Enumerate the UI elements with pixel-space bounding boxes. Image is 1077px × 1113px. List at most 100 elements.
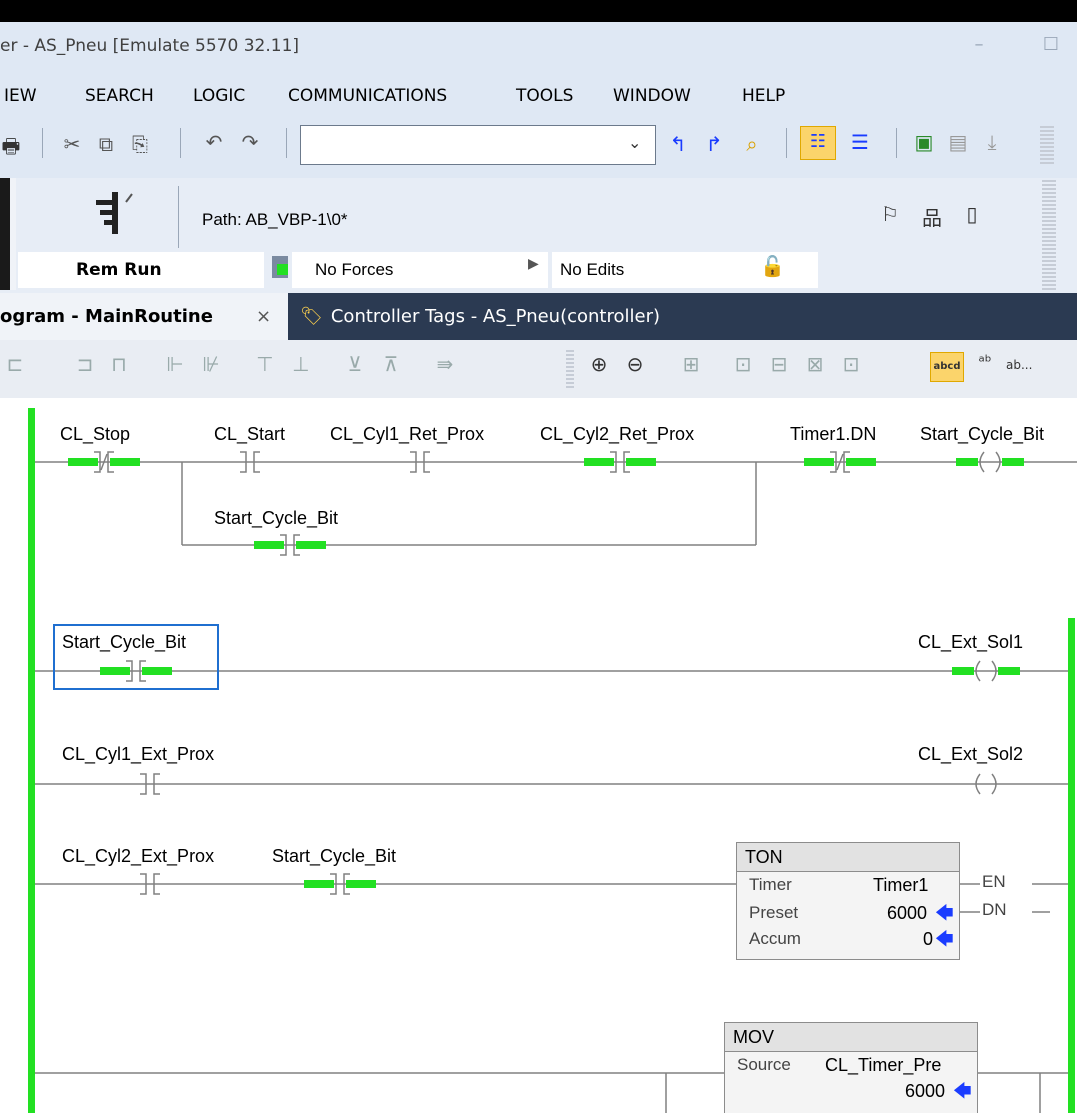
- menu-help[interactable]: HELP: [742, 86, 785, 106]
- rung0-tag-cl-start[interactable]: CL_Start: [214, 424, 285, 445]
- rung0-tag-timer1-dn[interactable]: Timer1.DN: [790, 424, 876, 445]
- mov-name: MOV: [733, 1027, 775, 1047]
- abcd-button[interactable]: abcd: [930, 352, 964, 382]
- replace-icon[interactable]: ↱: [700, 132, 728, 156]
- download-icon[interactable]: ⤓: [978, 130, 1006, 154]
- ladder-toolbar: ⊏ ⊐ ⊓ ⊩ ⊮ ⊤ ⊥ ⊻ ⊼ ⇛ ⊕ ⊖ ⊞ ⊡ ⊟ ⊠ ⊡ abcd ᵃ…: [0, 340, 1077, 399]
- rung2-tag-cl-cyl1-ext-prox[interactable]: CL_Cyl1_Ext_Prox: [62, 744, 214, 765]
- ons-icon[interactable]: ⊼: [376, 352, 406, 376]
- tree-icon[interactable]: ☷: [800, 126, 836, 160]
- xio-icon[interactable]: ⊮: [196, 352, 226, 376]
- menu-window[interactable]: WINDOW: [613, 86, 691, 106]
- tab-controller-tags[interactable]: 🏷 Controller Tags - AS_Pneu(controller): [300, 293, 660, 340]
- rung1-tag-cl-ext-sol1[interactable]: CL_Ext_Sol1: [918, 632, 1023, 653]
- ton-timer-label: Timer: [749, 875, 792, 894]
- xic-icon[interactable]: ⊩: [160, 352, 190, 376]
- maximize-button[interactable]: ☐: [1040, 34, 1062, 55]
- mov-instruction[interactable]: MOV Source CL_Timer_Pre 6000 🡄: [724, 1022, 978, 1113]
- network-icon[interactable]: 品: [918, 202, 946, 231]
- ton-preset-label: Preset: [749, 903, 799, 922]
- rung0-tag-cl-cyl2-ret-prox[interactable]: CL_Cyl2_Ret_Prox: [540, 424, 694, 445]
- rung0-branch-tag-start-cycle-bit[interactable]: Start_Cycle_Bit: [214, 508, 338, 529]
- rung0-xio-cl-stop[interactable]: [68, 451, 140, 473]
- rung1-tag-start-cycle-bit[interactable]: Start_Cycle_Bit: [62, 632, 186, 653]
- redo-icon[interactable]: ↷: [236, 130, 264, 154]
- left-power-rail: [28, 408, 35, 1113]
- tab-label: Controller Tags - AS_Pneu(controller): [330, 306, 660, 327]
- rung0-tag-cl-stop[interactable]: CL_Stop: [60, 424, 130, 445]
- who-active-icon[interactable]: ⚐: [876, 202, 904, 226]
- edits-status: No Edits: [560, 260, 625, 279]
- lock-icon[interactable]: 🔓: [760, 254, 785, 278]
- controller-icon[interactable]: ▯: [958, 202, 986, 226]
- minimize-button[interactable]: –: [968, 34, 990, 55]
- branch-level-icon[interactable]: ⊓: [104, 352, 134, 376]
- mov-source-label: Source: [737, 1055, 791, 1074]
- undo-icon[interactable]: ↶: [200, 130, 228, 154]
- zoom-out-icon[interactable]: ⊖: [620, 352, 650, 376]
- rung0-tag-start-cycle-bit-out[interactable]: Start_Cycle_Bit: [920, 424, 1044, 445]
- print-icon[interactable]: 🖶: [0, 132, 22, 166]
- screen-edge: [0, 0, 1077, 22]
- right-power-rail: [1068, 618, 1075, 1113]
- value-arrow-icon: 🡄: [935, 929, 954, 949]
- ton-name: TON: [745, 847, 783, 867]
- tab-main-routine[interactable]: ogram - MainRoutine ×: [0, 293, 288, 340]
- menu-tools[interactable]: TOOLS: [516, 86, 573, 106]
- rung0-tag-cl-cyl1-ret-prox[interactable]: CL_Cyl1_Ret_Prox: [330, 424, 484, 445]
- ab-more-button[interactable]: ab...: [1006, 358, 1032, 372]
- play-icon[interactable]: ▶: [528, 256, 539, 272]
- mov-source-tag[interactable]: CL_Timer_Pre: [825, 1055, 941, 1076]
- studio5000-window: er - AS_Pneu [Emulate 5570 32.11] – ☐ IE…: [0, 0, 1077, 1113]
- ton-preset-value[interactable]: 6000: [887, 903, 927, 924]
- test-icon[interactable]: ⊠: [800, 352, 830, 376]
- verify-icon[interactable]: ▣: [910, 130, 938, 154]
- path-label[interactable]: Path: AB_VBP-1\0*: [202, 210, 348, 230]
- rung0-xio-timer1-dn[interactable]: [804, 451, 876, 473]
- ton-accum-label: Accum: [749, 929, 801, 948]
- edit-rung-icon[interactable]: ⊡: [728, 352, 758, 376]
- assemble-icon[interactable]: ⊡: [836, 352, 866, 376]
- menu-logic[interactable]: LOGIC: [193, 86, 245, 106]
- fit-icon[interactable]: ⊞: [676, 352, 706, 376]
- find-icon[interactable]: ↰: [664, 132, 692, 156]
- forces-status: No Forces: [315, 260, 394, 279]
- mov-source-value: 6000: [905, 1081, 946, 1101]
- go-to-icon[interactable]: ⇛: [430, 352, 460, 376]
- ton-en-output: EN: [982, 872, 1006, 891]
- close-icon[interactable]: ×: [256, 293, 271, 340]
- tag-icon: 🏷: [300, 306, 323, 327]
- zoom-in-icon[interactable]: ⊕: [584, 352, 614, 376]
- tag-desc-icon[interactable]: ᵃᵇ: [970, 352, 1000, 371]
- verify2-icon[interactable]: ▤: [944, 130, 972, 154]
- cut-icon[interactable]: ✂: [58, 132, 86, 156]
- ladder-editor[interactable]: CL_Stop CL_Start CL_Cyl1_Ret_Prox CL_Cyl…: [0, 398, 1077, 1113]
- paste-icon[interactable]: ⎘: [126, 132, 154, 156]
- toolbar-gripper[interactable]: [1040, 124, 1054, 164]
- rung2-tag-cl-ext-sol2[interactable]: CL_Ext_Sol2: [918, 744, 1023, 765]
- ton-instruction[interactable]: TON Timer Timer1 Preset 6000 🡄 Accum 0 🡄: [736, 842, 960, 960]
- search-combo[interactable]: [300, 125, 656, 165]
- ton-timer-value[interactable]: Timer1: [873, 875, 928, 896]
- controller-mode: Rem Run: [76, 260, 162, 280]
- menu-communications[interactable]: COMMUNICATIONS: [288, 86, 447, 106]
- browse-icon[interactable]: ⌕: [738, 132, 766, 156]
- forces-indicator-icon[interactable]: [272, 256, 288, 278]
- menu-search[interactable]: SEARCH: [85, 86, 154, 106]
- side-edge: [0, 178, 10, 290]
- routine-tabs: ogram - MainRoutine × 🏷 Controller Tags -…: [0, 293, 1077, 340]
- rung3-tag-start-cycle-bit[interactable]: Start_Cycle_Bit: [272, 846, 396, 867]
- copy-icon[interactable]: ⧉: [92, 132, 120, 156]
- ote-icon[interactable]: ⊤: [250, 352, 280, 376]
- otu-icon[interactable]: ⊻: [340, 352, 370, 376]
- tree2-icon[interactable]: ☰: [846, 130, 874, 154]
- chevron-down-icon[interactable]: ⌄: [628, 133, 641, 152]
- branch-icon[interactable]: ⊐: [70, 352, 100, 376]
- rung-icon[interactable]: ⊏: [0, 352, 30, 376]
- accept-icon[interactable]: ⊟: [764, 352, 794, 376]
- menu-view[interactable]: IEW: [4, 86, 37, 106]
- otl-icon[interactable]: ⊥: [286, 352, 316, 376]
- rung3-tag-cl-cyl2-ext-prox[interactable]: CL_Cyl2_Ext_Prox: [62, 846, 214, 867]
- ton-accum-value[interactable]: 0: [923, 929, 933, 950]
- controller-status-icon: [90, 190, 140, 236]
